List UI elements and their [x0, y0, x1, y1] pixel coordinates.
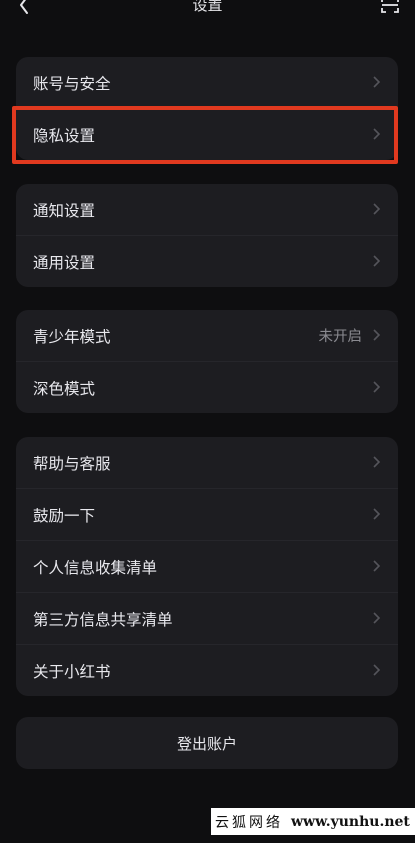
teen-mode-status: 未开启 [318, 329, 363, 345]
encourage-item[interactable]: 鼓励一下 [16, 488, 398, 540]
chevron-right-icon [373, 560, 381, 572]
scan-button[interactable] [379, 0, 401, 16]
item-label: 通用设置 [33, 253, 96, 272]
settings-group-about: 帮助与客服 鼓励一下 个人信息收集清单 第三方信息共享清单 关于小红书 [16, 437, 398, 696]
chevron-right-icon [373, 255, 381, 267]
item-label: 第三方信息共享清单 [33, 610, 173, 629]
item-label: 隐私设置 [33, 126, 96, 145]
chevron-right-icon [373, 612, 381, 624]
notification-settings-item[interactable]: 通知设置 [16, 184, 398, 235]
item-label: 关于小红书 [33, 662, 111, 681]
logout-button[interactable]: 登出账户 [16, 717, 398, 769]
chevron-right-icon [373, 664, 381, 676]
watermark: 云狐网络 www.yunhu.net [211, 808, 415, 835]
chevron-right-icon [373, 508, 381, 520]
scan-icon [381, 0, 399, 13]
about-item[interactable]: 关于小红书 [16, 644, 398, 696]
item-label: 账号与安全 [33, 74, 111, 93]
chevron-right-icon [373, 128, 381, 140]
third-party-sharing-list-item[interactable]: 第三方信息共享清单 [16, 592, 398, 644]
watermark-name: 云狐网络 [215, 814, 283, 831]
general-settings-item[interactable]: 通用设置 [16, 235, 398, 287]
watermark-url: www.yunhu.net [291, 813, 410, 830]
help-support-item[interactable]: 帮助与客服 [16, 437, 398, 488]
item-label: 青少年模式 [33, 327, 111, 346]
chevron-right-icon [373, 381, 381, 393]
chevron-right-icon [373, 76, 381, 88]
privacy-settings-item[interactable]: 隐私设置 [16, 108, 398, 160]
item-label: 鼓励一下 [33, 506, 96, 525]
settings-group-general: 通知设置 通用设置 [16, 184, 398, 287]
chevron-right-icon [373, 329, 381, 341]
dark-mode-item[interactable]: 深色模式 [16, 361, 398, 413]
chevron-right-icon [373, 456, 381, 468]
teen-mode-item[interactable]: 青少年模式 未开启 [16, 310, 398, 361]
settings-group-account: 账号与安全 隐私设置 [16, 57, 398, 160]
account-security-item[interactable]: 账号与安全 [16, 57, 398, 108]
personal-info-list-item[interactable]: 个人信息收集清单 [16, 540, 398, 592]
chevron-right-icon [373, 203, 381, 215]
top-bar: 设置 [0, 0, 415, 30]
item-label: 帮助与客服 [33, 454, 111, 473]
item-label: 深色模式 [33, 379, 96, 398]
settings-group-modes: 青少年模式 未开启 深色模式 [16, 310, 398, 413]
item-label: 个人信息收集清单 [33, 558, 158, 577]
item-label: 通知设置 [33, 201, 96, 220]
page-title: 设置 [192, 0, 223, 14]
